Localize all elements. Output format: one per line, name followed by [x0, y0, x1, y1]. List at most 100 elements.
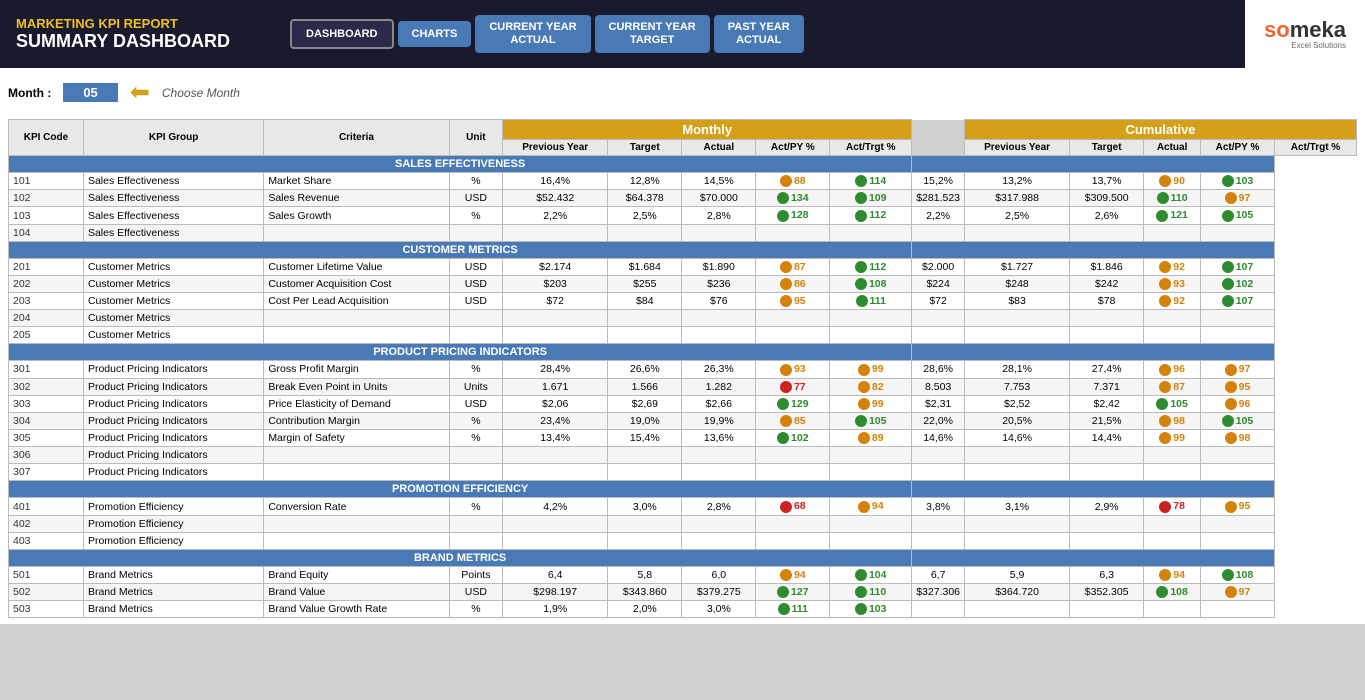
dot-m-apy: [777, 398, 789, 410]
dot-c-apy: [1159, 278, 1171, 290]
val-m-atrgt: 89: [872, 432, 884, 444]
val-m-apy: 85: [794, 415, 806, 427]
val-m-atrgt: 94: [872, 500, 884, 512]
dot-m-atrgt: [855, 415, 867, 427]
row-c-py: 14,6%: [912, 430, 965, 447]
row-m-py: 16,4%: [503, 173, 608, 190]
row-unit: Points: [449, 566, 503, 583]
table-row: 304 Product Pricing Indicators Contribut…: [9, 412, 1357, 429]
row-m-tgt: 2,5%: [608, 207, 682, 224]
dot-m-apy: [778, 603, 790, 615]
main-content: Month : 05 ⬅ Choose Month KPI Code KPI G…: [0, 68, 1365, 624]
empty-group: Promotion Efficiency: [83, 515, 263, 532]
section-header: CUSTOMER METRICS: [9, 241, 1357, 258]
row-c-atrgt: 97: [1201, 583, 1275, 600]
row-c-apy: 108: [1144, 583, 1201, 600]
dot-m-atrgt: [858, 501, 870, 513]
val-m-atrgt: 82: [872, 381, 884, 393]
row-m-atrgt: 114: [830, 173, 912, 190]
dot-c-atrgt: [1225, 192, 1237, 204]
row-code: 301: [9, 361, 84, 378]
row-c-apy: 94: [1144, 566, 1201, 583]
col-unit: Unit: [449, 120, 503, 156]
row-c-act: 6,3: [1070, 566, 1144, 583]
row-code: 303: [9, 395, 84, 412]
table-row: 306 Product Pricing Indicators: [9, 447, 1357, 464]
row-m-apy: 111: [756, 601, 830, 618]
arrow-icon: ⬅: [130, 78, 150, 107]
row-c-atrgt: 105: [1201, 207, 1275, 224]
report-title: MARKETING KPI REPORT: [16, 16, 264, 31]
row-m-apy: 134: [756, 190, 830, 207]
month-label: Month :: [8, 86, 51, 100]
nav-past-year[interactable]: PAST YEARACTUAL: [714, 15, 804, 53]
row-c-apy: 92: [1144, 258, 1201, 275]
row-c-tgt: $2,52: [965, 395, 1070, 412]
row-c-py: [912, 601, 965, 618]
val-m-apy: 87: [794, 261, 806, 273]
row-c-apy: 121: [1144, 207, 1201, 224]
row-unit: USD: [449, 395, 503, 412]
choose-month-label[interactable]: Choose Month: [162, 86, 240, 100]
val-c-apy: 121: [1170, 209, 1188, 221]
row-group: Sales Effectiveness: [83, 173, 263, 190]
val-m-atrgt: 111: [870, 295, 886, 307]
row-m-act: 26,3%: [682, 361, 756, 378]
row-m-py: $298.197: [503, 583, 608, 600]
table-row: 307 Product Pricing Indicators: [9, 464, 1357, 481]
val-m-apy: 88: [794, 175, 806, 187]
empty-criteria: [264, 224, 449, 241]
table-row: 102 Sales Effectiveness Sales Revenue US…: [9, 190, 1357, 207]
row-criteria: Sales Revenue: [264, 190, 449, 207]
month-value[interactable]: 05: [63, 83, 117, 102]
table-row: 302 Product Pricing Indicators Break Eve…: [9, 378, 1357, 395]
val-c-apy: 78: [1173, 500, 1185, 512]
row-c-atrgt: 97: [1201, 190, 1275, 207]
row-c-act: 2,9%: [1070, 498, 1144, 515]
row-m-tgt: $2,69: [608, 395, 682, 412]
dot-m-apy: [780, 501, 792, 513]
row-m-act: $236: [682, 275, 756, 292]
table-row: 204 Customer Metrics: [9, 310, 1357, 327]
row-m-apy: 94: [756, 566, 830, 583]
dot-m-atrgt: [855, 603, 867, 615]
dot-c-atrgt: [1222, 210, 1234, 222]
row-group: Customer Metrics: [83, 258, 263, 275]
empty-unit: [449, 224, 503, 241]
nav-dashboard[interactable]: DASHBOARD: [290, 19, 394, 49]
val-m-apy: 111: [792, 603, 808, 615]
row-m-atrgt: 103: [830, 601, 912, 618]
row-m-atrgt: 104: [830, 566, 912, 583]
dot-m-atrgt: [855, 569, 867, 581]
row-c-apy: 93: [1144, 275, 1201, 292]
dot-c-apy: [1159, 381, 1171, 393]
header-title: MARKETING KPI REPORT SUMMARY DASHBOARD: [0, 0, 280, 68]
row-m-apy: 85: [756, 412, 830, 429]
dot-c-apy: [1159, 415, 1171, 427]
nav-charts[interactable]: CHARTS: [398, 21, 472, 47]
dot-m-atrgt: [858, 432, 870, 444]
val-c-atrgt: 95: [1239, 381, 1251, 393]
row-m-py: $72: [503, 293, 608, 310]
row-c-py: 2,2%: [912, 207, 965, 224]
empty-unit: [449, 515, 503, 532]
nav-current-year-target[interactable]: CURRENT YEARTARGET: [595, 15, 710, 53]
empty-code: 104: [9, 224, 84, 241]
row-m-apy: 102: [756, 430, 830, 447]
empty-code: 307: [9, 464, 84, 481]
row-c-py: 15,2%: [912, 173, 965, 190]
empty-unit: [449, 447, 503, 464]
row-m-tgt: $343.860: [608, 583, 682, 600]
table-row: 301 Product Pricing Indicators Gross Pro…: [9, 361, 1357, 378]
logo: someka Excel Solutions: [1245, 0, 1365, 68]
nav-current-year-actual[interactable]: CURRENT YEARACTUAL: [475, 15, 590, 53]
row-m-atrgt: 109: [830, 190, 912, 207]
table-row: 501 Brand Metrics Brand Equity Points 6,…: [9, 566, 1357, 583]
empty-criteria: [264, 464, 449, 481]
row-unit: %: [449, 601, 503, 618]
dot-c-atrgt: [1225, 364, 1237, 376]
row-code: 203: [9, 293, 84, 310]
empty-criteria: [264, 310, 449, 327]
row-criteria: Customer Lifetime Value: [264, 258, 449, 275]
row-unit: USD: [449, 258, 503, 275]
